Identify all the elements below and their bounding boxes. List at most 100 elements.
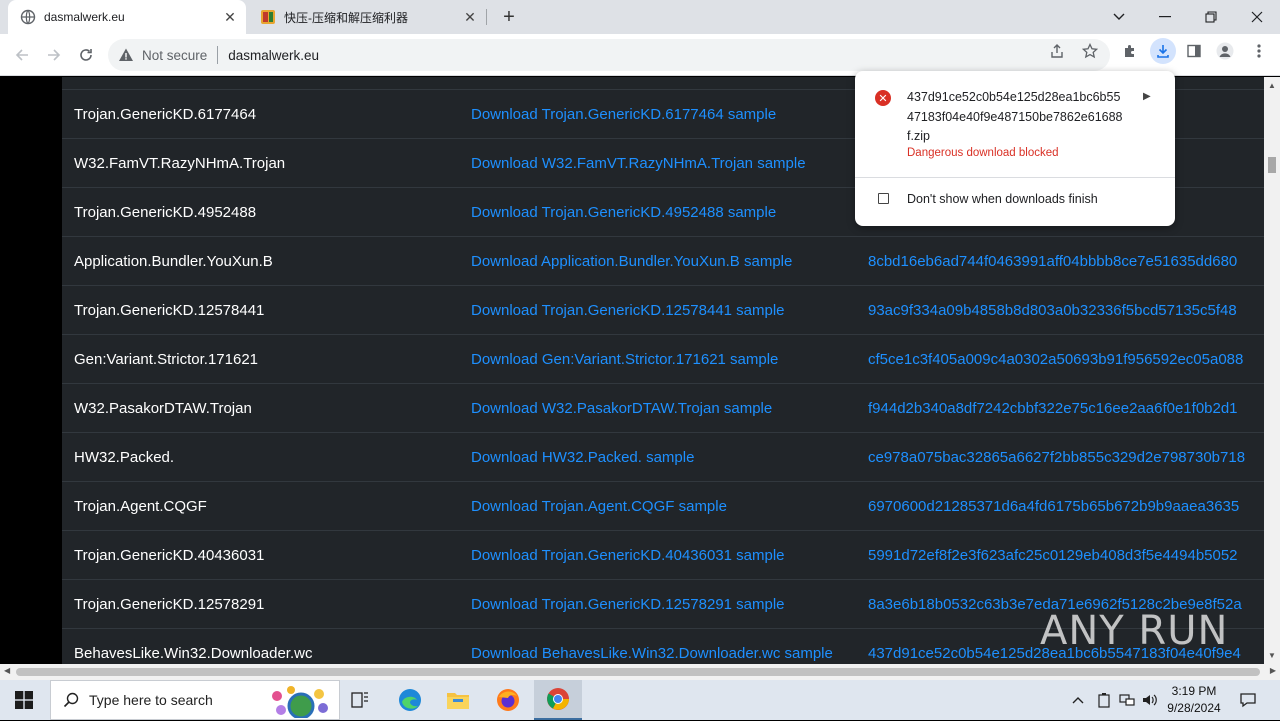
download-sample-link[interactable]: Download W32.FamVT.RazyNHmA.Trojan sampl…	[471, 155, 806, 172]
profile-avatar-icon[interactable]	[1216, 42, 1234, 60]
sample-hash-link[interactable]: cf5ce1c3f405a009c4a0302a50693b91f956592e…	[868, 351, 1243, 368]
search-placeholder[interactable]: Type here to search	[89, 692, 213, 708]
download-icon[interactable]	[1150, 38, 1176, 64]
sample-name: Gen:Variant.Strictor.171621	[74, 350, 258, 368]
network-icon[interactable]	[1116, 680, 1138, 720]
download-bubble: ✕ 437d91ce52c0b54e125d28ea1bc6b5547183f0…	[855, 71, 1175, 226]
sample-hash-link[interactable]: 8cbd16eb6ad744f0463991aff04bbbb8ce7e5163…	[868, 253, 1237, 270]
task-view-icon[interactable]	[336, 680, 384, 720]
error-icon: ✕	[875, 90, 891, 106]
table-row: W32.PasakorDTAW.Trojan Download W32.Pasak…	[62, 383, 1264, 432]
side-panel-icon[interactable]	[1185, 42, 1203, 60]
menu-kebab-icon[interactable]	[1250, 42, 1268, 60]
back-icon[interactable]	[8, 41, 36, 69]
sample-name: Trojan.GenericKD.40436031	[74, 546, 265, 564]
firefox-icon[interactable]	[484, 680, 532, 720]
table-row: Gen:Variant.Strictor.171621 Download Gen:…	[62, 334, 1264, 383]
expand-arrow-icon[interactable]: ▶	[1143, 91, 1151, 102]
clock-date: 9/28/2024	[1167, 701, 1221, 715]
scroll-down-icon[interactable]: ▼	[1268, 651, 1276, 660]
new-tab-icon[interactable]: +	[498, 6, 520, 28]
browser-toolbar: Not secure dasmalwerk.eu	[0, 34, 1280, 76]
download-sample-link[interactable]: Download Gen:Variant.Strictor.171621 sam…	[471, 351, 778, 368]
sample-hash-link[interactable]: 6970600d21285371d6a4fd6175b65b672b9b9aae…	[868, 498, 1239, 515]
sample-name: Trojan.Agent.CQGF	[74, 497, 207, 515]
sample-hash-link[interactable]: 93ac9f334a09b4858b8d803a0b32336f5bcd5713…	[868, 302, 1237, 319]
omnibox-divider	[217, 46, 219, 64]
scroll-left-icon[interactable]: ◀	[4, 666, 10, 675]
security-label[interactable]: Not secure	[142, 48, 207, 63]
download-sample-link[interactable]: Download Trojan.GenericKD.40436031 sampl…	[471, 547, 785, 564]
taskbar-clock[interactable]: 3:19 PM 9/28/2024	[1158, 683, 1230, 717]
table-row: Trojan.Agent.CQGF Download Trojan.Agent.C…	[62, 481, 1264, 530]
tab-search-icon[interactable]	[1096, 0, 1142, 34]
url-text[interactable]: dasmalwerk.eu	[228, 48, 319, 63]
address-bar[interactable]: Not secure dasmalwerk.eu	[108, 39, 1110, 71]
tab-close-icon[interactable]: ✕	[220, 7, 240, 27]
sample-name: W32.FamVT.RazyNHmA.Trojan	[74, 154, 286, 172]
reload-icon[interactable]	[72, 41, 100, 69]
vertical-scroll-thumb[interactable]	[1268, 157, 1276, 173]
edge-browser-icon[interactable]	[386, 680, 434, 720]
table-row: Trojan.GenericKD.40436031 Download Trojan…	[62, 530, 1264, 579]
kuaiya-app-icon	[260, 9, 276, 25]
minimize-icon[interactable]	[1142, 0, 1188, 34]
download-sample-link[interactable]: Download Trojan.GenericKD.12578441 sampl…	[471, 302, 785, 319]
download-sample-link[interactable]: Download W32.PasakorDTAW.Trojan sample	[471, 400, 772, 417]
sample-name: Trojan.GenericKD.4952488	[74, 203, 257, 221]
download-sample-link[interactable]: Download Trojan.GenericKD.12578291 sampl…	[471, 596, 785, 613]
scroll-right-icon[interactable]: ▶	[1270, 666, 1276, 675]
globe-icon	[20, 9, 36, 25]
battery-icon[interactable]	[1094, 680, 1114, 720]
warning-icon[interactable]	[118, 47, 134, 63]
sample-name: HW32.Packed.	[74, 448, 175, 466]
tab-close-icon[interactable]: ✕	[460, 7, 480, 27]
chrome-icon[interactable]	[534, 680, 582, 720]
search-icon	[63, 692, 79, 708]
forward-icon[interactable]	[40, 41, 68, 69]
restore-icon[interactable]	[1188, 0, 1234, 34]
sample-hash-link[interactable]: f944d2b340a8df7242cbbf322e75c16ee2aa6f0e…	[868, 400, 1238, 417]
tray-chevron-icon[interactable]	[1068, 680, 1088, 720]
tab-strip: dasmalwerk.eu ✕ 快压-压缩和解压缩利器 ✕ +	[0, 0, 1280, 34]
table-row: HW32.Packed. Download HW32.Packed. sample…	[62, 432, 1264, 481]
clock-time: 3:19 PM	[1171, 684, 1217, 698]
download-sample-link[interactable]: Download Application.Bundler.YouXun.B sa…	[471, 253, 792, 270]
download-sample-link[interactable]: Download HW32.Packed. sample	[471, 449, 694, 466]
download-sample-link[interactable]: Download BehavesLike.Win32.Downloader.wc…	[471, 645, 833, 662]
volume-icon[interactable]	[1140, 680, 1160, 720]
download-sample-link[interactable]: Download Trojan.Agent.CQGF sample	[471, 498, 727, 515]
windows-taskbar: Type here to search 3:19 PM 9/28/2024	[0, 680, 1280, 720]
search-highlight-icon	[263, 684, 333, 721]
dont-show-checkbox[interactable]	[878, 193, 889, 204]
sample-name: Trojan.GenericKD.12578291	[74, 595, 265, 613]
tab-title: 快压-压缩和解压缩利器	[284, 10, 408, 25]
close-window-icon[interactable]	[1234, 0, 1280, 34]
table-row: Trojan.GenericKD.12578441 Download Trojan…	[62, 285, 1264, 334]
vertical-scrollbar[interactable]: ▲ ▼	[1264, 77, 1280, 664]
tab-dasmalwerk[interactable]: dasmalwerk.eu ✕	[8, 0, 246, 34]
tab-separator	[486, 9, 487, 25]
sample-hash-link[interactable]: 5991d72ef8f2e3f623afc25c0129eb408d3f5e44…	[868, 547, 1238, 564]
download-sample-link[interactable]: Download Trojan.GenericKD.4952488 sample	[471, 204, 776, 221]
download-status: Dangerous download blocked	[907, 147, 1059, 159]
extensions-puzzle-icon[interactable]	[1121, 42, 1139, 60]
download-filename[interactable]: 437d91ce52c0b54e125d28ea1bc6b5547183f04e…	[907, 88, 1127, 147]
bookmark-star-icon[interactable]	[1081, 42, 1099, 60]
scroll-up-icon[interactable]: ▲	[1268, 81, 1276, 90]
popup-divider	[855, 177, 1175, 178]
file-explorer-icon[interactable]	[434, 680, 482, 720]
notifications-icon[interactable]	[1236, 680, 1260, 720]
windows-start-icon[interactable]	[0, 680, 48, 720]
sample-name: Trojan.GenericKD.12578441	[74, 301, 265, 319]
dont-show-label[interactable]: Don't show when downloads finish	[907, 192, 1098, 206]
taskbar-search-box[interactable]: Type here to search	[50, 680, 340, 720]
share-icon[interactable]	[1048, 42, 1066, 60]
anyrun-watermark: ANY RUN	[1040, 608, 1229, 654]
download-sample-link[interactable]: Download Trojan.GenericKD.6177464 sample	[471, 106, 776, 123]
sample-hash-link[interactable]: ce978a075bac32865a6627f2bb855c329d2e7987…	[868, 449, 1245, 466]
horizontal-scroll-thumb[interactable]	[16, 668, 1260, 676]
horizontal-scrollbar[interactable]: ◀ ▶	[0, 664, 1280, 680]
tab-kuaiya[interactable]: 快压-压缩和解压缩利器 ✕	[250, 0, 486, 34]
table-row: Application.Bundler.YouXun.B Download App…	[62, 236, 1264, 285]
